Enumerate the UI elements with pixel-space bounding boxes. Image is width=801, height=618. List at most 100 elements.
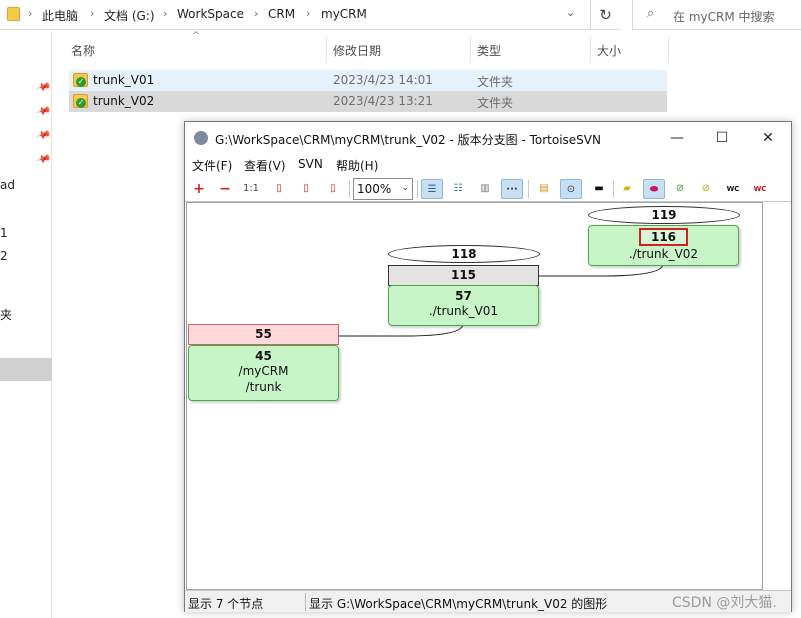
file-type: 文件夹 — [477, 96, 514, 110]
revision-node-45[interactable]: 45 /myCRM /trunk — [188, 345, 339, 401]
toolbar-separator — [349, 180, 350, 198]
file-row-selected[interactable]: ✓ trunk_V02 2023/4/23 13:21 文件夹 — [69, 91, 667, 112]
vertical-scrollbar[interactable] — [764, 202, 791, 590]
breadcrumb-mycrm[interactable]: myCRM — [321, 7, 367, 21]
show-wc-revision-icon[interactable]: ⊘ — [669, 179, 691, 199]
fit-window-icon[interactable]: ▯ — [322, 179, 344, 199]
revision-label: 119 — [651, 208, 677, 222]
toolbar: + − 1:1 ▯ ▯ ▯ 100% ⌄ ☰ ☷ ▥ ··· ▤ ⊙ ▬ ▰ ⬬… — [185, 176, 791, 202]
wc-modified-icon[interactable]: WC — [749, 179, 771, 199]
nav-item-fragment[interactable]: 夹 — [0, 306, 12, 323]
column-header-name[interactable]: 名称 — [71, 42, 95, 59]
file-type: 文件夹 — [477, 75, 514, 89]
close-button[interactable]: ✕ — [748, 126, 788, 150]
address-bar[interactable]: › 此电脑 › 文档 (G:) › WorkSpace › CRM › myCR… — [0, 0, 620, 30]
zoom-select[interactable]: 100% ⌄ — [353, 178, 413, 200]
revision-node-118[interactable]: 118 — [388, 245, 540, 263]
toolbar-separator — [613, 180, 614, 198]
fit-height-icon[interactable]: ▯ — [268, 179, 290, 199]
search-input[interactable]: ⌕ 在 myCRM 中搜索 — [632, 0, 801, 30]
zoom-out-icon[interactable]: − — [214, 179, 236, 199]
column-divider[interactable] — [326, 36, 327, 63]
title-bar[interactable]: G:\WorkSpace\CRM\myCRM\trunk_V02 - 版本分支图… — [185, 122, 791, 154]
show-head-revisions-icon[interactable]: ▰ — [616, 179, 638, 199]
folder-svn-ok-icon: ✓ — [73, 94, 88, 108]
file-name: trunk_V02 — [93, 94, 155, 108]
zoom-100-icon[interactable]: 1:1 — [240, 179, 262, 199]
revision-graph-canvas[interactable]: 119 116 ./trunk_V02 118 115 57 ./trunk_V… — [186, 202, 763, 590]
window-title: G:\WorkSpace\CRM\myCRM\trunk_V02 - 版本分支图… — [215, 133, 601, 147]
column-divider[interactable] — [590, 36, 591, 63]
revision-graph-window[interactable]: G:\WorkSpace\CRM\myCRM\trunk_V02 - 版本分支图… — [184, 121, 792, 612]
refresh-button[interactable]: ↻ — [590, 0, 620, 30]
reduce-cross-lines-icon[interactable]: ··· — [501, 179, 523, 199]
show-wc-modifications-icon[interactable]: ⊘ — [695, 179, 717, 199]
toolbar-separator — [528, 180, 529, 198]
column-header-size[interactable]: 大小 — [597, 42, 621, 59]
minimize-button[interactable]: — — [657, 126, 697, 150]
folder-icon — [7, 7, 20, 21]
search-placeholder: 在 myCRM 中搜索 — [673, 10, 775, 24]
toolbar-separator — [417, 180, 418, 198]
column-divider[interactable] — [470, 36, 471, 63]
chevron-down-icon: ⌄ — [401, 183, 409, 193]
menu-file[interactable]: 文件(F) — [192, 157, 232, 174]
align-trees-icon[interactable]: ▥ — [474, 179, 496, 199]
nav-item-fragment[interactable]: 1 — [0, 226, 8, 240]
revision-label: 115 — [450, 268, 477, 282]
chevron-right-icon: › — [306, 7, 311, 20]
group-branches-icon[interactable]: ☰ — [421, 179, 443, 199]
watermark: CSDN @刘大猫. — [672, 595, 777, 611]
nav-item-fragment[interactable]: 2 — [0, 249, 8, 263]
column-divider[interactable] — [668, 36, 669, 63]
nav-item-selected[interactable] — [0, 358, 52, 381]
file-date: 2023/4/23 14:01 — [333, 73, 433, 87]
pin-icon: 📌 — [35, 127, 52, 144]
revision-node-119[interactable]: 119 — [588, 206, 740, 224]
menu-view[interactable]: 查看(V) — [244, 157, 286, 174]
column-header-date[interactable]: 修改日期 — [333, 42, 381, 59]
chevron-down-icon[interactable]: ⌄ — [566, 6, 575, 19]
oldest-on-top-icon[interactable]: ☷ — [447, 179, 469, 199]
zoom-in-icon[interactable]: + — [188, 179, 210, 199]
fold-tags-icon[interactable]: ⊙ — [560, 179, 582, 199]
revision-label: 55 — [255, 327, 272, 341]
pin-icon: 📌 — [35, 79, 52, 96]
chevron-right-icon: › — [254, 7, 259, 20]
branch-path-line2: /trunk — [245, 380, 282, 394]
status-divider — [305, 593, 306, 611]
revision-label: 57 — [455, 289, 472, 303]
navigation-pane[interactable]: 📌 📌 📌 📌 ad 1 2 夹 — [0, 31, 52, 618]
chevron-right-icon: › — [28, 7, 33, 20]
exact-copy-sources-icon[interactable]: ▤ — [533, 179, 555, 199]
file-row[interactable]: ✓ trunk_V01 2023/4/23 14:01 文件夹 — [69, 70, 667, 91]
revision-node-57[interactable]: 57 ./trunk_V01 — [388, 285, 539, 326]
breadcrumb-crm[interactable]: CRM — [268, 7, 295, 21]
column-header-type[interactable]: 类型 — [477, 42, 501, 59]
breadcrumb-workspace[interactable]: WorkSpace — [177, 7, 244, 21]
revision-node-115[interactable]: 115 — [388, 265, 539, 286]
sort-ascending-icon: ^ — [192, 31, 200, 41]
tortoisesvn-icon — [194, 131, 208, 145]
folder-svn-ok-icon: ✓ — [73, 73, 88, 87]
breadcrumb-drive[interactable]: 文档 (G:) — [104, 7, 155, 24]
status-path: 显示 G:\WorkSpace\CRM\myCRM\trunk_V02 的图形 — [309, 597, 608, 611]
branch-path: ./trunk_V02 — [628, 247, 699, 261]
file-date: 2023/4/23 13:21 — [333, 94, 433, 108]
revision-label: 118 — [451, 247, 477, 261]
revision-node-116[interactable]: 116 ./trunk_V02 — [588, 225, 739, 266]
revision-node-55[interactable]: 55 — [188, 324, 339, 345]
split-branches-icon[interactable]: ▬ — [588, 179, 610, 199]
revision-label-highlighted: 116 — [638, 228, 689, 246]
pin-icon: 📌 — [35, 151, 52, 168]
search-icon: ⌕ — [647, 6, 655, 21]
nav-item-fragment[interactable]: ad — [0, 178, 15, 192]
maximize-button[interactable]: ☐ — [702, 126, 742, 150]
fit-width-icon[interactable]: ▯ — [295, 179, 317, 199]
branch-path: ./trunk_V01 — [428, 304, 499, 318]
show-path-changes-icon[interactable]: ⬬ — [643, 179, 665, 199]
menu-help[interactable]: 帮助(H) — [336, 157, 378, 174]
breadcrumb-this-pc[interactable]: 此电脑 — [42, 7, 78, 24]
wc-icon[interactable]: WC — [722, 179, 744, 199]
menu-svn[interactable]: SVN — [298, 157, 323, 171]
